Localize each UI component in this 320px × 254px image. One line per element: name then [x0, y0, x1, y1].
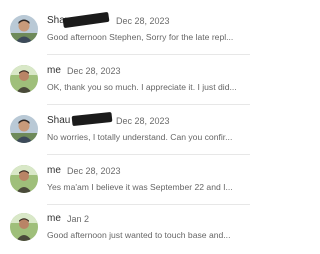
- avatar: [10, 213, 38, 241]
- divider: [47, 204, 250, 205]
- message-date: Dec 28, 2023: [67, 166, 121, 176]
- conversation-row[interactable]: Shau Dec 28, 2023 No worries, I totally …: [0, 110, 250, 156]
- avatar-photo-man-outdoors-icon: [10, 15, 38, 43]
- divider: [47, 54, 250, 55]
- conversation-row[interactable]: me Jan 2 Good afternoon just wanted to t…: [0, 208, 250, 254]
- divider: [47, 104, 250, 105]
- sender-name: Shau: [47, 115, 71, 126]
- conversation-row[interactable]: me Dec 28, 2023 OK, thank you so much. I…: [0, 60, 250, 106]
- message-date: Dec 28, 2023: [116, 116, 170, 126]
- avatar: [10, 165, 38, 193]
- message-date: Dec 28, 2023: [67, 66, 121, 76]
- avatar: [10, 15, 38, 43]
- message-preview: No worries, I totally understand. Can yo…: [47, 132, 233, 142]
- avatar-photo-person-garden-icon: [10, 213, 38, 241]
- redaction-mark: [71, 111, 113, 127]
- message-preview: OK, thank you so much. I appreciate it. …: [47, 82, 237, 92]
- avatar: [10, 115, 38, 143]
- message-preview: Yes ma'am I believe it was September 22 …: [47, 182, 233, 192]
- avatar-photo-person-garden-icon: [10, 65, 38, 93]
- sender-name: me: [47, 65, 61, 76]
- conversation-row[interactable]: Shau Dec 28, 2023 Good afternoon Stephen…: [0, 10, 250, 56]
- sender-name: me: [47, 213, 61, 224]
- message-date: Dec 28, 2023: [116, 16, 170, 26]
- divider: [47, 154, 250, 155]
- message-date: Jan 2: [67, 214, 90, 224]
- sender-name: me: [47, 165, 61, 176]
- message-preview: Good afternoon just wanted to touch base…: [47, 230, 231, 240]
- conversation-row[interactable]: me Dec 28, 2023 Yes ma'am I believe it w…: [0, 160, 250, 206]
- avatar-photo-person-garden-icon: [10, 165, 38, 193]
- conversation-list: Shau Dec 28, 2023 Good afternoon Stephen…: [0, 0, 250, 250]
- message-preview: Good afternoon Stephen, Sorry for the la…: [47, 32, 234, 42]
- avatar: [10, 65, 38, 93]
- avatar-photo-man-outdoors-icon: [10, 115, 38, 143]
